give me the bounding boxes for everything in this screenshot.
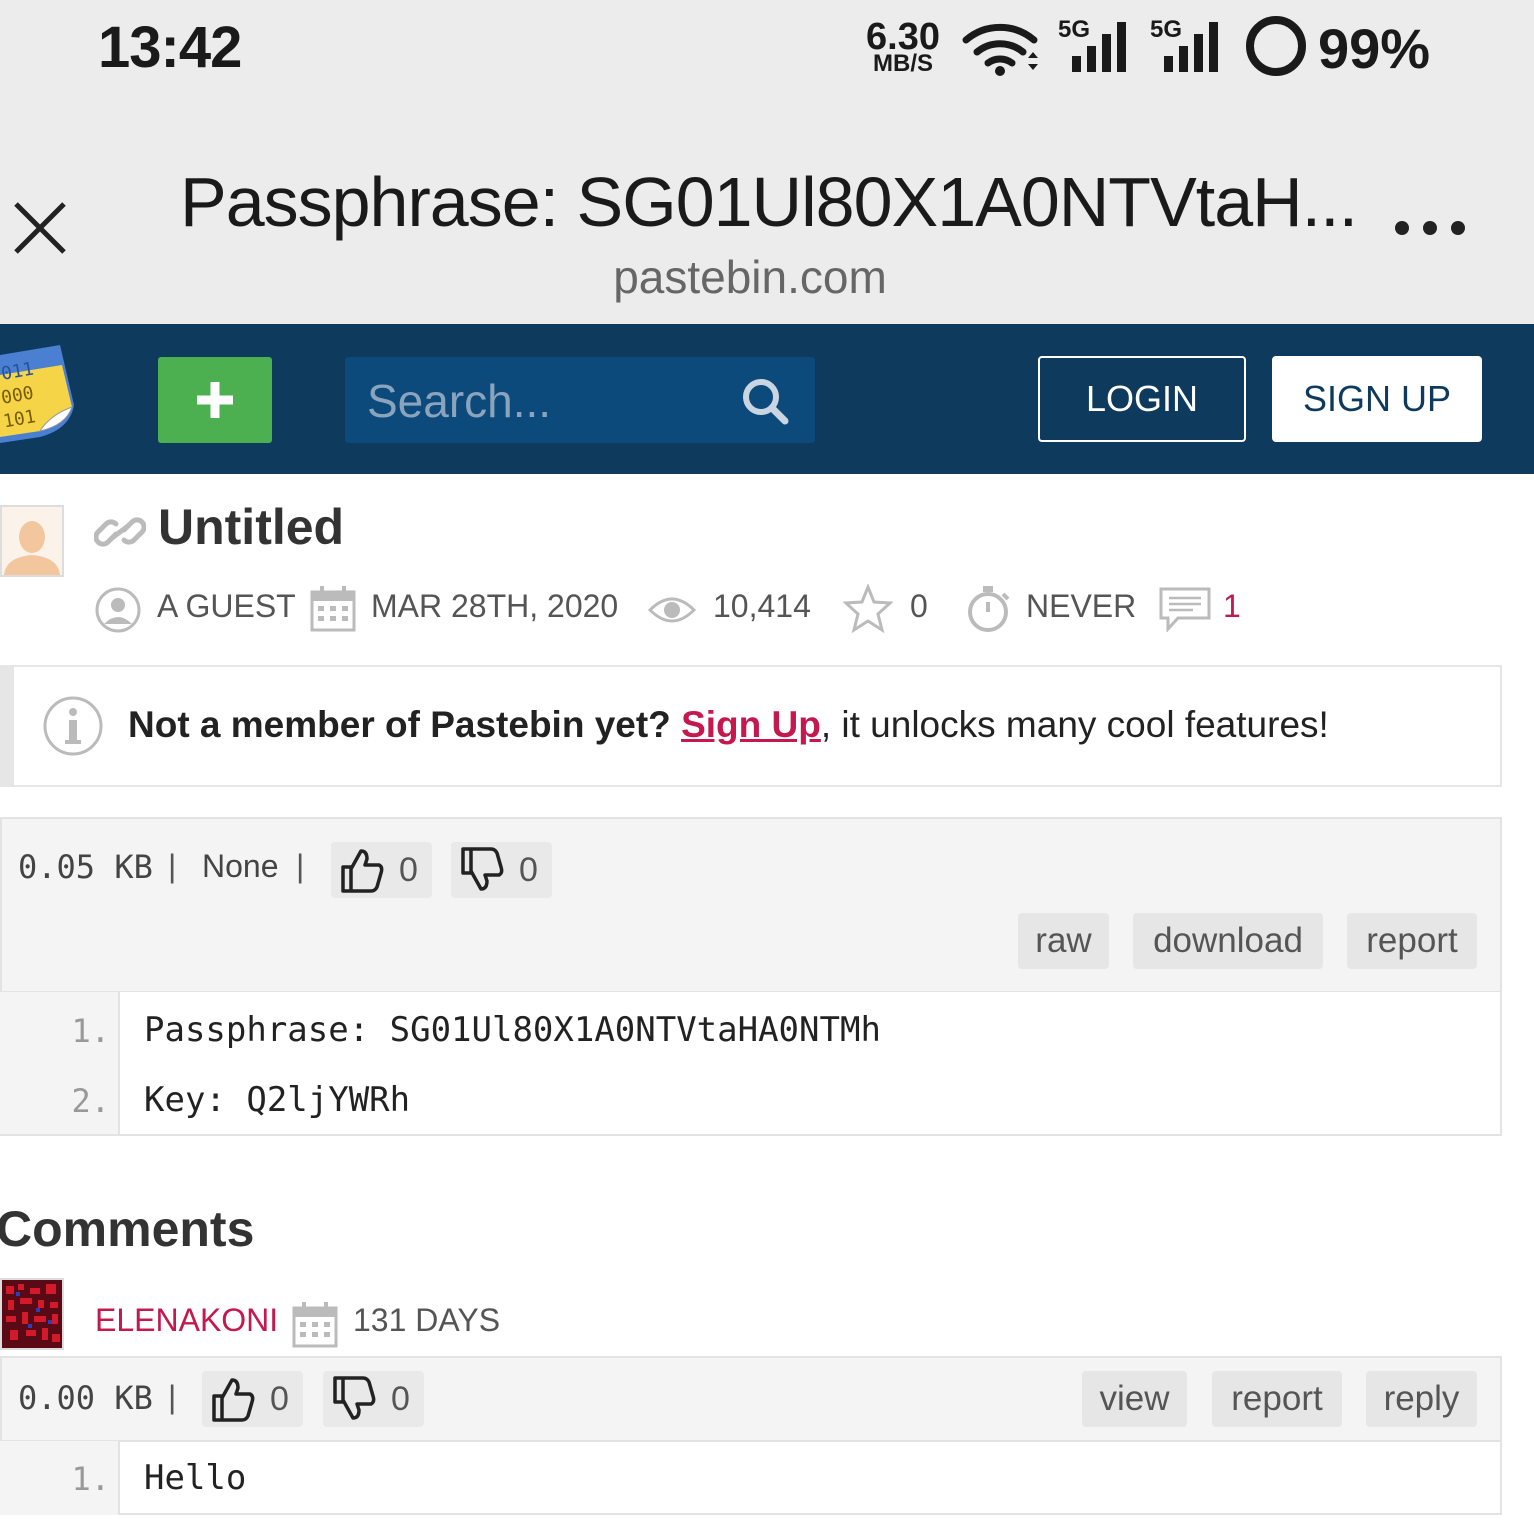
star-icon[interactable]: [843, 584, 893, 634]
separator: |: [168, 848, 177, 884]
line-number: 2.: [71, 1082, 110, 1120]
qr-avatar-image: [2, 1280, 62, 1348]
like-button[interactable]: 0: [331, 842, 432, 898]
thumbs-down-icon: [333, 1376, 376, 1420]
plus-icon: [197, 382, 233, 418]
search-box: [345, 357, 815, 443]
close-icon[interactable]: [12, 200, 68, 256]
paste-views: 10,414: [713, 588, 811, 624]
thumbs-up-icon: [212, 1378, 255, 1422]
separator: |: [296, 848, 305, 884]
comment-reply-button[interactable]: reply: [1366, 1371, 1477, 1427]
paste-comment-count[interactable]: 1: [1223, 588, 1241, 625]
comment-size: 0.00 KB: [18, 1379, 153, 1417]
commenter-username[interactable]: ELENAKONI: [95, 1302, 278, 1339]
notice-rest: , it unlocks many cool features!: [820, 704, 1329, 745]
page-title: Passphrase: SG01Ul80X1A0NTVtaH...: [180, 163, 1358, 241]
battery-ring-icon: [1246, 16, 1306, 76]
timer-icon: [968, 586, 1010, 632]
report-button[interactable]: report: [1347, 913, 1477, 969]
dislike-button[interactable]: 0: [451, 842, 552, 898]
page-domain: pastebin.com: [613, 251, 887, 303]
line-number: 1.: [71, 1012, 110, 1050]
signal-strength-icon: [1164, 22, 1218, 72]
paste-author[interactable]: A GUEST: [157, 588, 296, 625]
comment-report-button[interactable]: report: [1212, 1371, 1342, 1427]
code-line: Passphrase: SG01Ul80X1A0NTVtaHA0NTMh: [144, 1010, 881, 1050]
more-options-icon[interactable]: [1392, 218, 1472, 238]
search-input[interactable]: [365, 371, 729, 431]
link-icon[interactable]: [94, 508, 146, 556]
comment-dislike-button[interactable]: 0: [323, 1371, 424, 1427]
info-icon: [43, 696, 103, 756]
status-time: 13:42: [98, 15, 242, 80]
comment-icon[interactable]: [1158, 586, 1212, 632]
paste-stars: 0: [910, 588, 928, 624]
user-icon: [95, 587, 141, 633]
network-speed: 6.30 MB/S: [866, 16, 940, 77]
calendar-icon: [310, 586, 356, 632]
paste-size: 0.05 KB: [18, 848, 153, 886]
default-avatar-icon: [2, 507, 62, 575]
paste-date: MAR 28TH, 2020: [371, 588, 619, 624]
separator: |: [168, 1379, 177, 1415]
notice-signup-link[interactable]: Sign Up: [681, 704, 821, 745]
download-button[interactable]: download: [1133, 913, 1323, 969]
comment-date: 131 DAYS: [353, 1302, 501, 1338]
notice-text: Not a member of Pastebin yet? Sign Up, i…: [128, 704, 1329, 746]
comment-view-button[interactable]: view: [1082, 1371, 1187, 1427]
wifi-icon: [962, 23, 1038, 76]
signal-strength-icon: [1072, 22, 1126, 72]
signup-button[interactable]: SIGN UP: [1272, 356, 1482, 442]
comment-like-button[interactable]: 0: [202, 1371, 303, 1427]
comments-heading: Comments: [0, 1201, 255, 1257]
pastebin-logo[interactable]: 011 000 101: [0, 345, 80, 445]
notice-lead: Not a member of Pastebin yet?: [128, 704, 671, 745]
paste-syntax[interactable]: None: [202, 848, 279, 885]
battery-percent: 99%: [1318, 17, 1431, 80]
thumbs-up-icon: [341, 849, 384, 893]
thumbs-down-icon: [461, 847, 504, 891]
user-avatar[interactable]: [0, 505, 64, 577]
search-icon[interactable]: [739, 375, 791, 427]
raw-button[interactable]: raw: [1018, 913, 1109, 969]
commenter-avatar[interactable]: [0, 1278, 64, 1350]
line-number: 1.: [71, 1460, 110, 1498]
calendar-icon: [292, 1302, 338, 1348]
paste-title: Untitled: [158, 499, 345, 555]
code-line: Hello: [144, 1458, 247, 1498]
code-line: Key: Q2ljYWRh: [144, 1080, 411, 1120]
login-button[interactable]: LOGIN: [1038, 356, 1246, 442]
paste-expiry: NEVER: [1026, 588, 1137, 624]
new-paste-button[interactable]: [158, 357, 272, 443]
eye-icon: [648, 597, 696, 623]
